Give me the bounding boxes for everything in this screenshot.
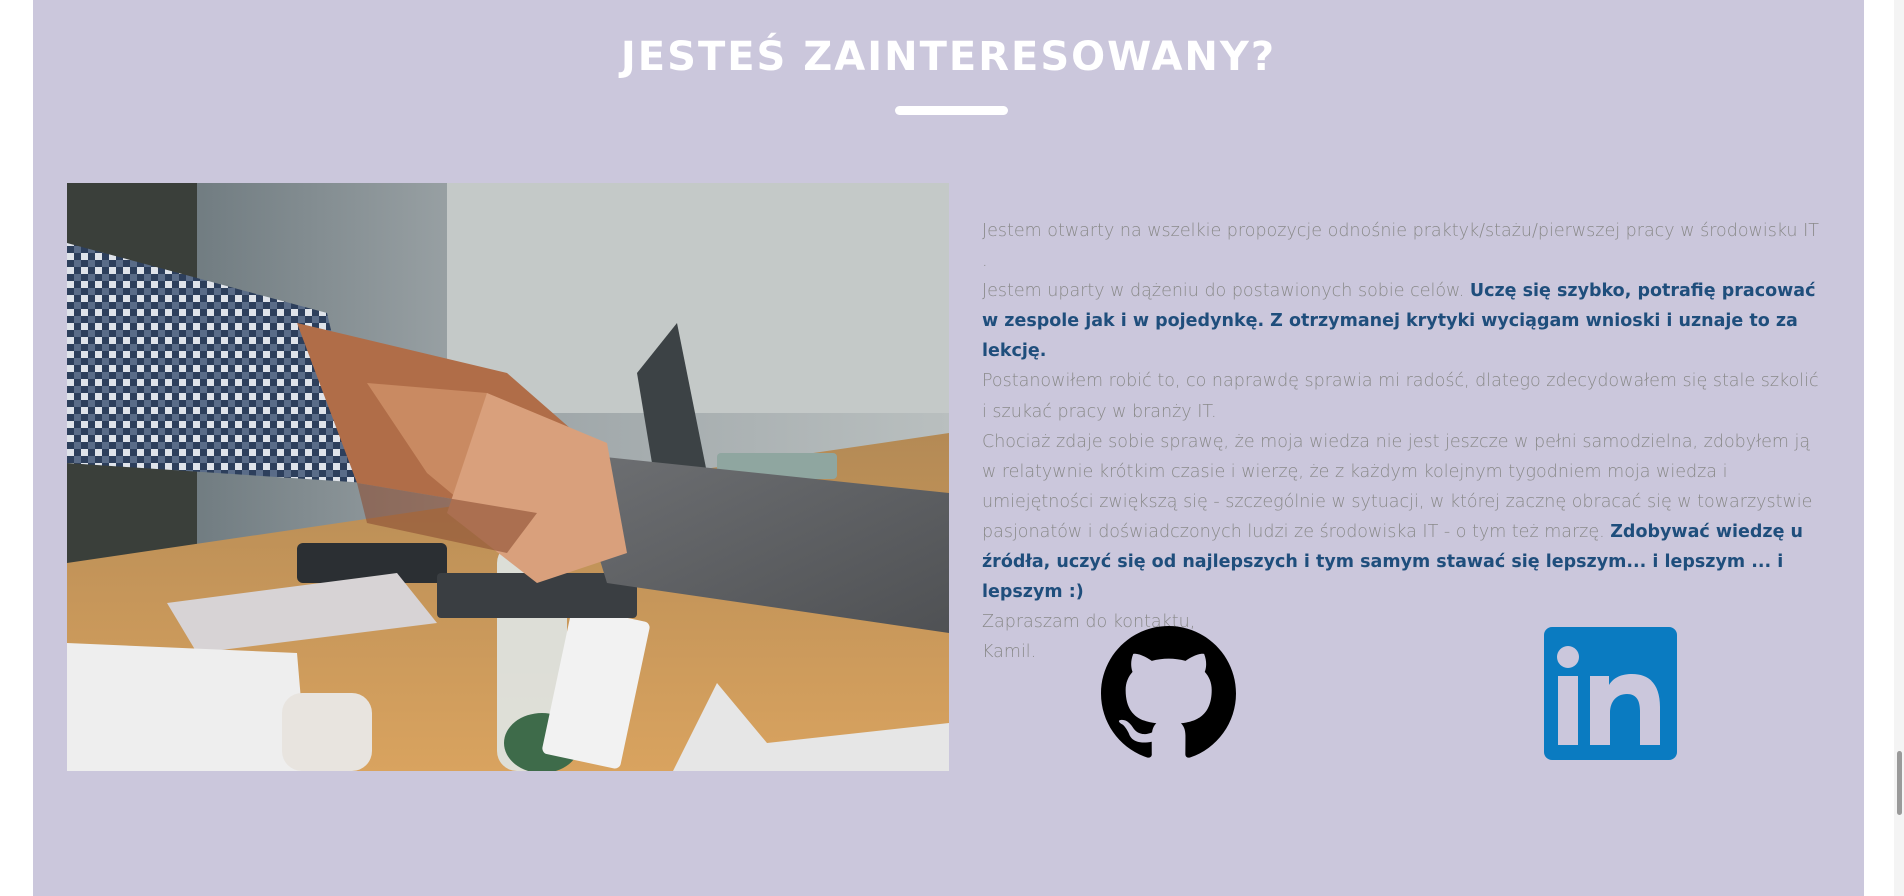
github-icon (1101, 626, 1236, 758)
page: JESTEŚ ZAINTERESOWANY? Jestem otwarty na… (0, 0, 1904, 896)
about-paragraph: Postanowiłem robić to, co naprawdę spraw… (982, 371, 1819, 422)
contact-section: JESTEŚ ZAINTERESOWANY? Jestem otwarty na… (33, 0, 1864, 896)
about-paragraph: Jestem uparty w dążeniu do postawionych … (982, 276, 1822, 366)
about-text-plain: Jestem uparty w dążeniu do postawionych … (982, 281, 1470, 302)
section-heading: JESTEŚ ZAINTERESOWANY? (620, 34, 1277, 80)
about-text: Jestem otwarty na wszelkie propozycje od… (982, 216, 1822, 667)
heading-underline (895, 106, 1008, 115)
scrollbar-thumb[interactable] (1897, 751, 1902, 815)
github-link[interactable] (1101, 626, 1236, 761)
page-scrollbar[interactable] (1894, 0, 1904, 896)
linkedin-icon (1544, 627, 1677, 760)
handshake-photo (67, 183, 949, 771)
linkedin-link[interactable] (1544, 627, 1677, 760)
about-paragraph: Jestem otwarty na wszelkie propozycje od… (982, 221, 1819, 272)
about-paragraph: Chociaż zdaje sobie sprawę, że moja wied… (982, 427, 1822, 608)
